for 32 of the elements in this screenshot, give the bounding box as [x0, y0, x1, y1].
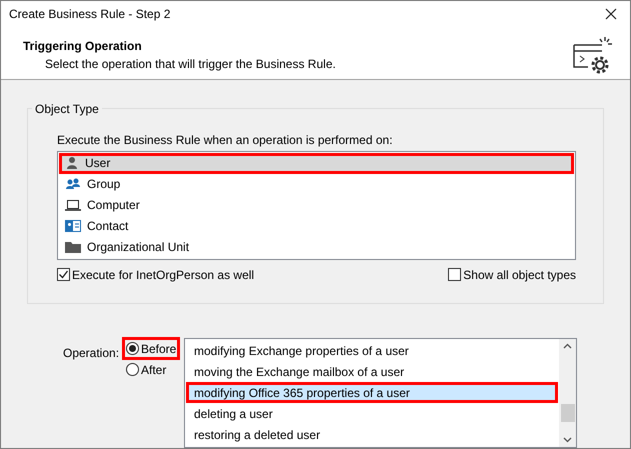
header-subtitle: Select the operation that will trigger the Business Rule.	[44, 56, 337, 74]
radio-button[interactable]: Before	[123, 338, 180, 359]
person-icon	[65, 156, 79, 170]
list-item[interactable]: Contact	[59, 216, 574, 237]
laptop-icon	[65, 198, 81, 212]
scroll-up-icon[interactable]	[563, 343, 572, 349]
list-item[interactable]: User	[59, 152, 574, 174]
scrollbar[interactable]	[559, 339, 576, 447]
header-title: Triggering Operation	[23, 38, 143, 56]
folder-icon	[65, 240, 81, 254]
close-icon[interactable]	[605, 8, 617, 20]
operation-label: Operation:	[63, 345, 120, 362]
terminal-gear-icon	[572, 35, 614, 76]
list-item[interactable]: Computer	[59, 194, 574, 216]
contact-card-icon	[65, 219, 81, 234]
operation-item[interactable]: deleting a user	[186, 403, 558, 424]
scrollbar-thumb[interactable]	[560, 404, 574, 422]
operation-item[interactable]: moving the Exchange mailbox of a user	[186, 361, 558, 382]
list-item[interactable]: Organizational Unit	[59, 236, 574, 258]
operation-item[interactable]: modifying Exchange properties of a user	[186, 340, 558, 361]
object-type-list[interactable]: User Group Computer Contact Organizational Unit	[57, 150, 576, 260]
window-title: Create Business Rule - Step 2	[9, 6, 172, 24]
list-prompt: Execute the Business Rule when an operation is performed on:	[57, 132, 394, 149]
list-item[interactable]: Group	[59, 174, 574, 195]
operation-item[interactable]: restoring a deleted user	[186, 424, 558, 445]
checkbox[interactable]: Show all object types	[448, 266, 576, 284]
radio-button[interactable]: After	[123, 359, 170, 380]
people-icon	[65, 177, 81, 192]
scroll-down-icon[interactable]	[563, 437, 572, 443]
checkbox[interactable]: Execute for InetOrgPerson as well	[57, 266, 254, 284]
checkmark-icon	[58, 269, 69, 280]
operation-item[interactable]: modifying Office 365 properties of a user	[186, 382, 558, 403]
